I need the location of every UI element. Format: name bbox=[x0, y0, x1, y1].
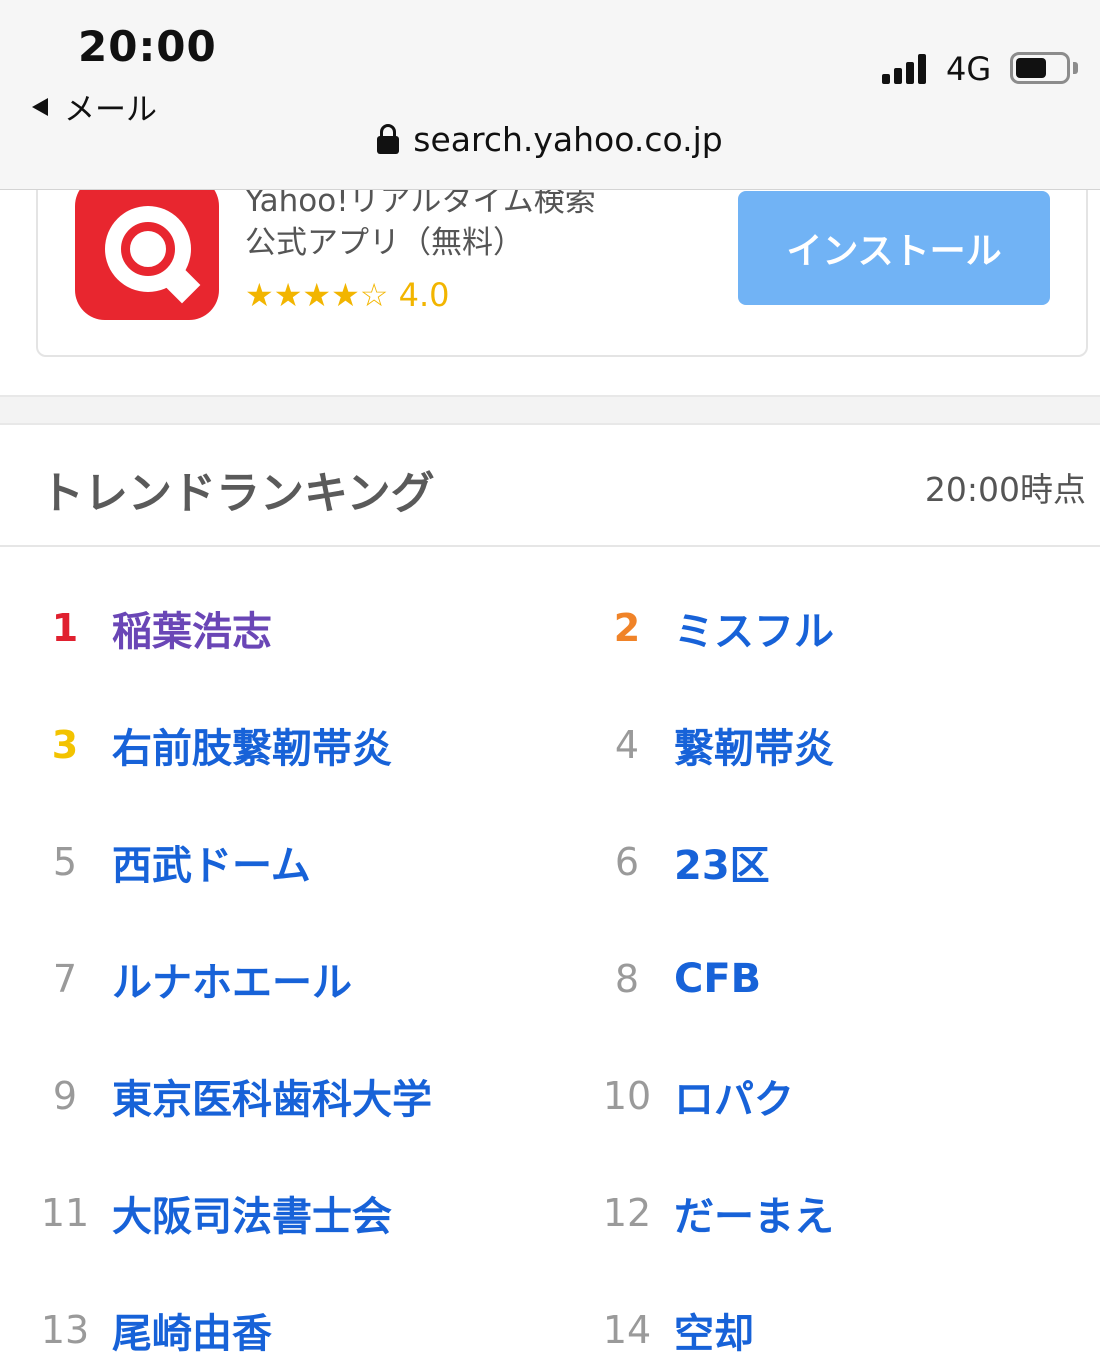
rank-number: 8 bbox=[614, 957, 640, 1001]
cellular-signal-icon bbox=[882, 52, 926, 84]
ranking-item-2[interactable]: 2 ミスフル bbox=[592, 598, 834, 658]
rank-word: 西武ドーム bbox=[112, 843, 311, 889]
rank-number: 4 bbox=[614, 723, 640, 767]
rank-word: 稲葉浩志 bbox=[112, 609, 272, 655]
ranking-item-8[interactable]: 8 CFB bbox=[592, 949, 761, 1009]
ranking-item-5[interactable]: 5 西武ドーム bbox=[30, 832, 311, 892]
url-text: search.yahoo.co.jp bbox=[413, 120, 723, 159]
rank-word: ロパク bbox=[674, 1077, 794, 1123]
rank-word: 尾崎由香 bbox=[112, 1311, 272, 1357]
rank-number: 2 bbox=[613, 606, 641, 650]
network-type: 4G bbox=[946, 50, 992, 88]
rank-number: 11 bbox=[40, 1191, 90, 1235]
app-title-line2: 公式アプリ（無料） bbox=[245, 225, 524, 261]
browser-top-bar: 20:00 メール 4G search.yahoo.co.jp bbox=[0, 0, 1100, 190]
ranking-item-10[interactable]: 10 ロパク bbox=[592, 1066, 794, 1126]
ranking-item-6[interactable]: 6 23区 bbox=[592, 832, 770, 892]
rank-word: 右前肢繋靭帯炎 bbox=[112, 726, 392, 772]
ranking-item-11[interactable]: 11 大阪司法書士会 bbox=[30, 1183, 392, 1243]
ranking-item-14[interactable]: 14 空却 bbox=[592, 1300, 754, 1360]
rank-word: 繋靭帯炎 bbox=[674, 726, 834, 772]
address-bar[interactable]: search.yahoo.co.jp bbox=[0, 120, 1100, 159]
rank-number: 12 bbox=[602, 1191, 652, 1235]
ranking-item-4[interactable]: 4 繋靭帯炎 bbox=[592, 715, 834, 775]
app-name: Yahoo!リアルタイム検索 公式アプリ（無料） bbox=[245, 180, 596, 264]
star-rating-icon: ★★★★☆ bbox=[245, 276, 389, 314]
rank-word: 23区 bbox=[674, 843, 770, 889]
battery-terminal bbox=[1073, 62, 1078, 74]
ranking-item-12[interactable]: 12 だーまえ bbox=[592, 1183, 834, 1243]
section-separator bbox=[0, 395, 1100, 425]
rank-number: 5 bbox=[52, 840, 78, 884]
rank-number: 9 bbox=[52, 1074, 78, 1118]
rank-word: 大阪司法書士会 bbox=[112, 1194, 392, 1240]
rank-word: CFB bbox=[674, 956, 762, 1002]
ranking-item-1[interactable]: 1 稲葉浩志 bbox=[30, 598, 272, 658]
rank-number: 14 bbox=[602, 1308, 652, 1352]
battery-icon bbox=[1010, 52, 1070, 84]
app-rating: ★★★★☆ 4.0 bbox=[245, 276, 450, 314]
ranking-updated-time: 20:00時点 bbox=[924, 470, 1086, 509]
rank-word: 空却 bbox=[674, 1311, 754, 1357]
install-button[interactable]: インストール bbox=[738, 191, 1050, 305]
ranking-item-9[interactable]: 9 東京医科歯科大学 bbox=[30, 1066, 432, 1126]
rating-value: 4.0 bbox=[398, 276, 450, 314]
yahoo-realtime-search-app-icon[interactable] bbox=[75, 176, 219, 320]
ranking-item-7[interactable]: 7 ルナホエール bbox=[30, 949, 352, 1009]
ranking-title: トレンドランキング bbox=[40, 468, 435, 519]
magnifier-ring-icon bbox=[105, 206, 191, 292]
ranking-item-3[interactable]: 3 右前肢繋靭帯炎 bbox=[30, 715, 392, 775]
rank-number: 1 bbox=[51, 606, 79, 650]
rank-number: 13 bbox=[40, 1308, 90, 1352]
rank-word: ルナホエール bbox=[112, 960, 352, 1006]
rank-word: だーまえ bbox=[674, 1194, 834, 1240]
ranking-item-13[interactable]: 13 尾崎由香 bbox=[30, 1300, 272, 1360]
lock-icon bbox=[377, 124, 400, 154]
back-arrow-icon bbox=[32, 97, 48, 116]
rank-number: 6 bbox=[614, 840, 640, 884]
rank-number: 7 bbox=[52, 957, 78, 1001]
status-time: 20:00 bbox=[78, 22, 217, 71]
rank-number: 3 bbox=[51, 723, 79, 767]
rank-word: 東京医科歯科大学 bbox=[112, 1077, 432, 1123]
rank-word: ミスフル bbox=[674, 609, 834, 655]
ranking-divider bbox=[0, 545, 1100, 547]
rank-number: 10 bbox=[602, 1074, 652, 1118]
